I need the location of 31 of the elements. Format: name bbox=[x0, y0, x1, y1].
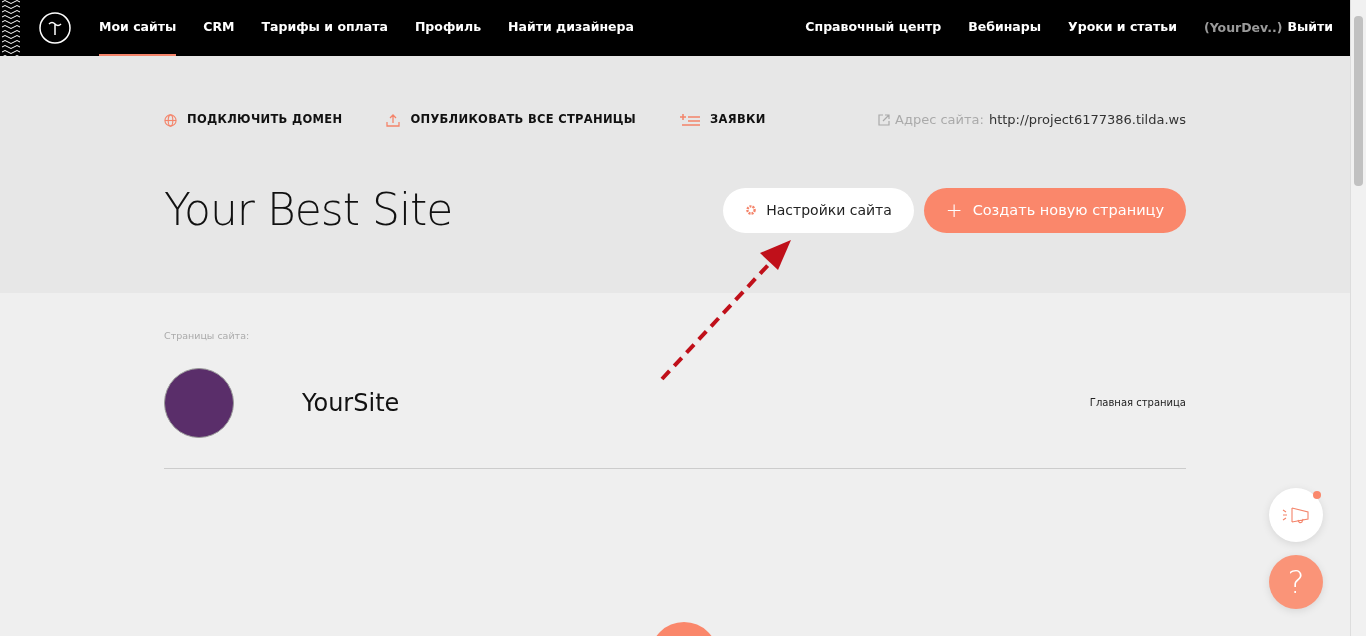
site-title: Your Best Site bbox=[164, 184, 453, 237]
external-link-icon bbox=[878, 114, 891, 126]
scrollbar[interactable] bbox=[1350, 0, 1366, 636]
toolbar-link[interactable]: ЗАЯВКИ bbox=[680, 111, 766, 129]
logout-link[interactable]: Выйти bbox=[1287, 0, 1333, 56]
toolbar-link[interactable]: ПОДКЛЮЧИТЬ ДОМЕН bbox=[164, 111, 343, 129]
list-plus-icon bbox=[680, 114, 701, 126]
nav-link[interactable]: Уроки и статьи bbox=[1068, 0, 1177, 56]
wave-pattern-icon bbox=[0, 0, 22, 56]
announcements-button[interactable] bbox=[1269, 488, 1323, 542]
nav-link[interactable]: CRM bbox=[203, 0, 235, 56]
site-settings-button[interactable]: Настройки сайта bbox=[723, 187, 914, 233]
logo-icon[interactable] bbox=[39, 12, 71, 44]
gear-icon bbox=[745, 204, 758, 217]
address-label: Адрес сайта: bbox=[895, 111, 984, 130]
nav-link[interactable]: Вебинары bbox=[968, 0, 1042, 56]
notification-dot bbox=[1313, 491, 1321, 499]
nav-link[interactable]: Найти дизайнера bbox=[508, 0, 634, 56]
toolbar-link[interactable]: ОПУБЛИКОВАТЬ ВСЕ СТРАНИЦЫ bbox=[386, 111, 637, 129]
globe-icon bbox=[164, 113, 177, 127]
page-title[interactable]: YourSite bbox=[302, 384, 400, 421]
scrollbar-thumb[interactable] bbox=[1354, 16, 1363, 186]
nav-link[interactable]: Тарифы и оплата bbox=[261, 0, 388, 56]
user-name: (YourDev..) bbox=[1203, 18, 1283, 37]
page-tag: Главная страница bbox=[1089, 395, 1186, 411]
megaphone-icon bbox=[1282, 504, 1310, 526]
site-address-link[interactable]: http://project6177386.tilda.ws bbox=[988, 110, 1186, 130]
section-label: Страницы сайта: bbox=[164, 329, 251, 343]
nav-link[interactable]: Профиль bbox=[414, 0, 482, 56]
upload-icon bbox=[386, 113, 401, 127]
nav-link[interactable]: Справочный центр bbox=[805, 0, 942, 56]
